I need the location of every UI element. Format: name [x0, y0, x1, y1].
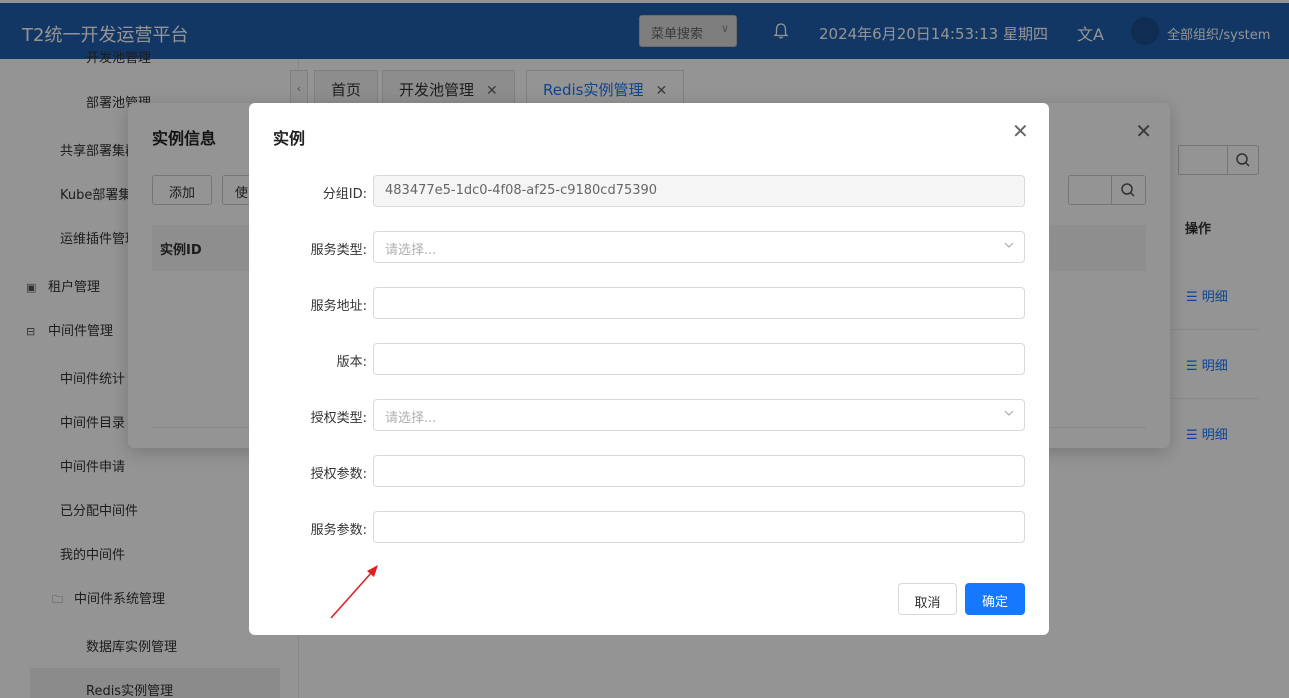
- instance-dialog: 实例 ✕ 分组ID: 483477e5-1dc0-4f08-af25-c9180…: [249, 103, 1049, 635]
- version-input[interactable]: [373, 343, 1025, 375]
- service-type-label: 服务类型:: [310, 243, 367, 258]
- service-params-label: 服务参数:: [310, 523, 367, 538]
- service-type-select[interactable]: 请选择...: [373, 231, 1025, 263]
- auth-type-label: 授权类型:: [310, 411, 367, 426]
- chevron-down-icon: [1004, 410, 1014, 416]
- auth-type-select[interactable]: 请选择...: [373, 399, 1025, 431]
- service-address-label: 服务地址:: [310, 299, 367, 314]
- service-type-placeholder: 请选择...: [385, 243, 437, 258]
- cancel-button[interactable]: 取消: [898, 583, 957, 615]
- auth-params-input[interactable]: [373, 455, 1025, 487]
- service-params-input[interactable]: [373, 511, 1025, 543]
- auth-params-label: 授权参数:: [310, 467, 367, 482]
- dialog-title: 实例: [273, 129, 306, 148]
- auth-type-placeholder: 请选择...: [385, 411, 437, 426]
- group-id-value: 483477e5-1dc0-4f08-af25-c9180cd75390: [385, 183, 658, 198]
- service-address-input[interactable]: [373, 287, 1025, 319]
- close-icon[interactable]: ✕: [1012, 119, 1029, 143]
- group-id-label: 分组ID:: [322, 187, 367, 202]
- version-label: 版本:: [336, 355, 367, 370]
- confirm-button[interactable]: 确定: [965, 583, 1025, 615]
- chevron-down-icon: [1004, 242, 1014, 248]
- group-id-field: 483477e5-1dc0-4f08-af25-c9180cd75390: [373, 175, 1025, 207]
